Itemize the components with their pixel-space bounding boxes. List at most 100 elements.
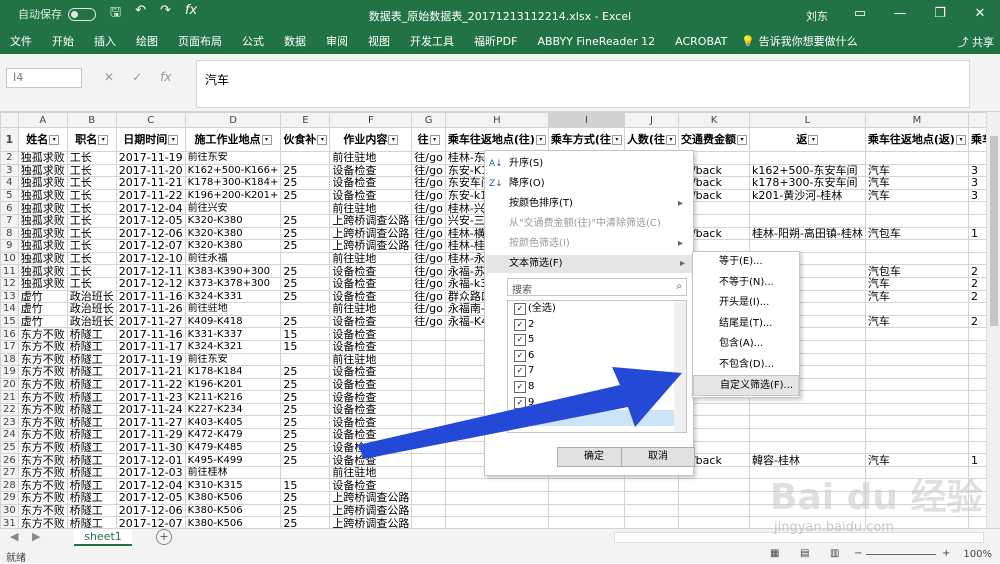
header-cell[interactable]: 往 ▾ [411, 127, 446, 152]
tab-insert[interactable]: 插入 [84, 33, 126, 49]
column-header[interactable]: D [184, 112, 282, 128]
cell[interactable]: 往/go [411, 289, 446, 304]
cell[interactable]: 东方不败 [17, 516, 68, 528]
cell[interactable]: 上跨桥调查公路 [329, 503, 413, 518]
cell[interactable]: 2 [967, 314, 986, 329]
filter-dropdown-icon[interactable]: ▾ [611, 135, 622, 145]
tab-draw[interactable]: 绘图 [126, 33, 168, 49]
cell[interactable]: 独孤求败 [17, 188, 68, 203]
cell[interactable] [411, 491, 446, 505]
cell[interactable]: 韓容-桂林 [748, 453, 866, 467]
share-button[interactable]: ⤴ 共享 [958, 34, 995, 50]
filter-dropdown-icon[interactable]: ▾ [665, 135, 676, 145]
cell[interactable]: k162+500-东安车间 [748, 163, 866, 178]
column-header[interactable]: I [547, 112, 625, 128]
tab-view[interactable]: 视图 [358, 33, 400, 49]
cell[interactable]: K196-K201 [184, 377, 282, 392]
cell[interactable]: 工长 [66, 163, 117, 178]
enter-icon[interactable]: ✓ [132, 70, 142, 84]
cell[interactable] [967, 302, 986, 316]
page-break-icon[interactable]: ▥ [830, 548, 839, 559]
cell[interactable]: 25 [280, 491, 331, 505]
cell[interactable]: 桥隧工 [66, 478, 117, 493]
cell[interactable]: 2017-12-03 [115, 465, 186, 480]
cell[interactable]: 独孤求败 [17, 251, 68, 266]
cell[interactable] [864, 339, 969, 354]
cell[interactable]: 上跨桥调查公路 [329, 491, 413, 505]
tell-me-box[interactable]: 💡 告诉我你想要做什么 [741, 33, 857, 49]
cell[interactable]: 前往桂林 [184, 465, 282, 480]
cell[interactable]: 2017-12-04 [115, 478, 186, 493]
cell[interactable]: 东方不败 [17, 327, 68, 341]
cell[interactable]: 2017-11-22 [115, 377, 186, 392]
cell[interactable]: 2017-12-05 [115, 491, 186, 505]
cell[interactable]: 25 [280, 503, 331, 518]
cell[interactable] [547, 503, 625, 518]
tab-acrobat[interactable]: ACROBAT [665, 35, 737, 48]
header-cell[interactable]: 职名 ▾ [66, 127, 117, 152]
cell[interactable]: 2017-11-27 [115, 314, 186, 329]
name-box[interactable]: I4 [6, 68, 82, 88]
cell[interactable]: K403-K405 [184, 415, 282, 430]
cell[interactable]: 2017-11-19 [115, 151, 186, 165]
cell[interactable]: 2017-11-22 [115, 188, 186, 203]
cell[interactable]: 独孤求败 [17, 163, 68, 178]
cell[interactable] [748, 201, 866, 215]
sort-descending-item[interactable]: Z↓ 降序(O) [489, 175, 545, 193]
cell[interactable]: 政治班长 [66, 302, 117, 316]
filter-dropdown-icon[interactable]: ▾ [808, 135, 819, 145]
cell[interactable]: 25 [280, 176, 331, 190]
cell[interactable]: 虚竹 [17, 302, 68, 316]
sort-ascending-item[interactable]: A↓ 升序(S) [489, 155, 543, 173]
cell[interactable] [967, 251, 986, 266]
cell[interactable]: 前往东安 [184, 151, 282, 165]
cell[interactable]: 2017-11-30 [115, 440, 186, 455]
row-header[interactable]: 13 [0, 289, 19, 304]
row-header[interactable]: 3 [0, 163, 19, 178]
cell[interactable]: 独孤求败 [17, 201, 68, 215]
cell[interactable]: 桂林-阳朔-高田镇-桂林 [748, 226, 866, 241]
cell[interactable]: 25 [280, 213, 331, 228]
cell[interactable]: K495-K499 [184, 453, 282, 467]
cell[interactable]: 往/go [411, 264, 446, 278]
cell[interactable]: k201-黄沙河-桂林 [748, 188, 866, 203]
cell[interactable]: 政治班长 [66, 314, 117, 329]
row-header[interactable]: 9 [0, 239, 19, 253]
row-header[interactable]: 25 [0, 440, 19, 455]
scroll-thumb[interactable] [990, 136, 998, 326]
cell[interactable]: 25 [280, 453, 331, 467]
cell[interactable]: K211-K216 [184, 390, 282, 404]
cell[interactable]: 独孤求败 [17, 264, 68, 278]
cell[interactable]: 东方不败 [17, 491, 68, 505]
cell[interactable]: 工长 [66, 264, 117, 278]
cell[interactable] [411, 327, 446, 341]
tab-page-layout[interactable]: 页面布局 [168, 33, 232, 49]
cell[interactable]: 工长 [66, 201, 117, 215]
cell[interactable]: K320-K380 [184, 226, 282, 241]
cell[interactable]: 独孤求败 [17, 276, 68, 291]
cell[interactable]: K373-K378+300 [184, 276, 282, 291]
column-header[interactable]: F [329, 112, 413, 128]
select-all-corner[interactable] [0, 112, 19, 128]
cell[interactable]: K178-K184 [184, 365, 282, 379]
cell[interactable] [967, 213, 986, 228]
minimize-icon[interactable]: — [880, 0, 920, 28]
cell[interactable]: 桥隧工 [66, 428, 117, 442]
cell[interactable] [864, 390, 969, 404]
undo-icon[interactable]: ↶ [135, 3, 146, 25]
cell[interactable]: 2017-12-10 [115, 251, 186, 266]
cell[interactable]: 2017-11-19 [115, 352, 186, 367]
row-header[interactable]: 12 [0, 276, 19, 291]
cell[interactable]: 2017-12-07 [115, 239, 186, 253]
filter-dropdown-icon[interactable]: ▾ [955, 135, 966, 145]
cell[interactable]: 15 [280, 478, 331, 493]
cell[interactable]: 设备检查 [329, 264, 413, 278]
cell[interactable]: 前往驻地 [184, 302, 282, 316]
row-header[interactable]: 27 [0, 465, 19, 480]
cell[interactable] [864, 440, 969, 455]
column-header[interactable]: A [17, 112, 68, 128]
cell[interactable] [748, 151, 866, 165]
cell[interactable]: 东方不败 [17, 415, 68, 430]
cell[interactable]: 东方不败 [17, 390, 68, 404]
custom-filter-item[interactable]: 自定义筛选(F)... [693, 375, 799, 396]
